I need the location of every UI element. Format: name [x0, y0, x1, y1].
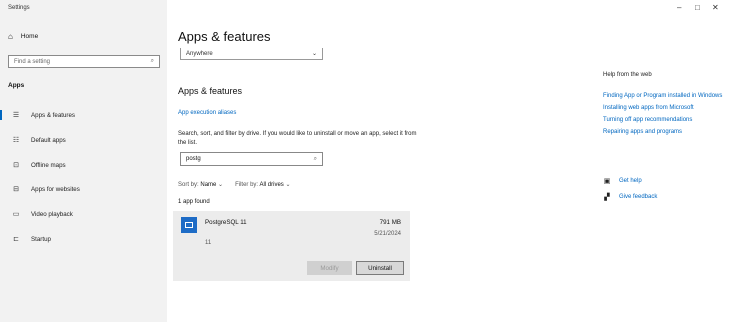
window-title: Settings [8, 5, 30, 11]
install-source-value: Anywhere [186, 50, 213, 57]
apps-for-websites-icon: ⊟ [13, 186, 19, 193]
sidebar-item-offline-maps[interactable]: ⊡ Offline maps [0, 158, 167, 172]
minimize-button[interactable]: – [677, 3, 681, 12]
filter-value: All drives [259, 182, 284, 188]
help-link[interactable]: Repairing apps and programs [603, 128, 723, 136]
app-execution-aliases-link[interactable]: App execution aliases [178, 110, 236, 116]
sidebar-item-apps-features[interactable]: ☰ Apps & features [0, 108, 167, 122]
close-button[interactable]: ✕ [712, 3, 719, 12]
section-description: Search, sort, and filter by drive. If yo… [178, 131, 417, 146]
help-link[interactable]: Turning off app recommendations [603, 116, 723, 124]
app-icon [181, 217, 197, 233]
chevron-down-icon: ⌄ [285, 182, 291, 188]
app-install-date: 5/21/2024 [374, 231, 401, 237]
sort-filter-row: Sort by: Name ⌄ Filter by: All drives ⌄ [178, 181, 290, 188]
uninstall-button[interactable]: Uninstall [356, 261, 404, 275]
home-icon: ⌂ [8, 32, 13, 41]
chevron-down-icon: ⌄ [218, 182, 224, 188]
sidebar-item-label: Offline maps [31, 161, 66, 169]
sort-dropdown[interactable]: Sort by: Name ⌄ [178, 181, 223, 188]
section-label-apps: Apps [8, 82, 25, 89]
give-feedback-link[interactable]: ▞ Give feedback [603, 193, 657, 201]
app-version: 11 [205, 240, 212, 246]
app-search-input[interactable]: postg ⌕ [180, 152, 323, 166]
feedback-icon: ▞ [604, 194, 610, 201]
page-title: Apps & features [178, 29, 271, 44]
modify-button[interactable]: Modify [307, 261, 352, 275]
startup-icon: ⊏ [13, 236, 19, 243]
sidebar-home[interactable]: ⌂ Home [8, 32, 38, 41]
offline-maps-icon: ⊡ [13, 162, 19, 169]
app-name: PostgreSQL 11 [205, 219, 247, 226]
search-icon: ⌕ [150, 58, 154, 64]
sidebar-item-label: Apps for websites [31, 185, 80, 193]
give-feedback-label: Give feedback [619, 194, 658, 200]
sidebar-item-default-apps[interactable]: ☷ Default apps [0, 133, 167, 147]
help-link[interactable]: Installing web apps from Microsoft [603, 104, 723, 112]
install-source-dropdown[interactable]: Anywhere ⌄ [180, 48, 323, 60]
app-size: 791 MB [379, 219, 401, 226]
section-title: Apps & features [178, 86, 243, 96]
results-count: 1 app found [178, 199, 210, 205]
app-list-item[interactable]: PostgreSQL 11 791 MB 5/21/2024 11 Modify… [173, 211, 410, 281]
chat-help-icon: ▣ [603, 178, 611, 185]
default-apps-icon: ☷ [12, 137, 20, 144]
settings-search-placeholder: Find a setting [14, 58, 51, 65]
get-help-label: Get help [619, 178, 642, 184]
get-help-link[interactable]: ▣ Get help [603, 177, 642, 185]
sidebar-item-apps-for-websites[interactable]: ⊟ Apps for websites [0, 182, 167, 196]
help-link[interactable]: Finding App or Program installed in Wind… [603, 92, 723, 100]
maximize-button[interactable]: □ [695, 3, 700, 12]
help-title: Help from the web [603, 72, 652, 78]
video-playback-icon: ▭ [12, 211, 20, 218]
home-label: Home [20, 33, 39, 40]
chevron-down-icon: ⌄ [311, 51, 317, 57]
sidebar-item-startup[interactable]: ⊏ Startup [0, 232, 167, 246]
settings-search-input[interactable]: Find a setting ⌕ [8, 55, 160, 68]
sidebar-item-label: Startup [31, 235, 51, 243]
sidebar-item-label: Video playback [31, 210, 73, 218]
help-links: Finding App or Program installed in Wind… [603, 92, 723, 140]
sidebar-item-label: Default apps [31, 136, 66, 144]
sidebar: Settings ⌂ Home Find a setting ⌕ Apps ☰ … [0, 0, 167, 322]
filter-dropdown[interactable]: Filter by: All drives ⌄ [235, 181, 290, 188]
filter-label: Filter by: [235, 182, 259, 188]
sidebar-item-label: Apps & features [31, 111, 76, 119]
sidebar-item-video-playback[interactable]: ▭ Video playback [0, 207, 167, 221]
app-search-value: postg [186, 156, 201, 162]
sort-label: Sort by: [178, 182, 199, 188]
search-icon: ⌕ [313, 155, 317, 162]
apps-features-icon: ☰ [12, 112, 20, 119]
sort-value: Name [200, 182, 217, 188]
